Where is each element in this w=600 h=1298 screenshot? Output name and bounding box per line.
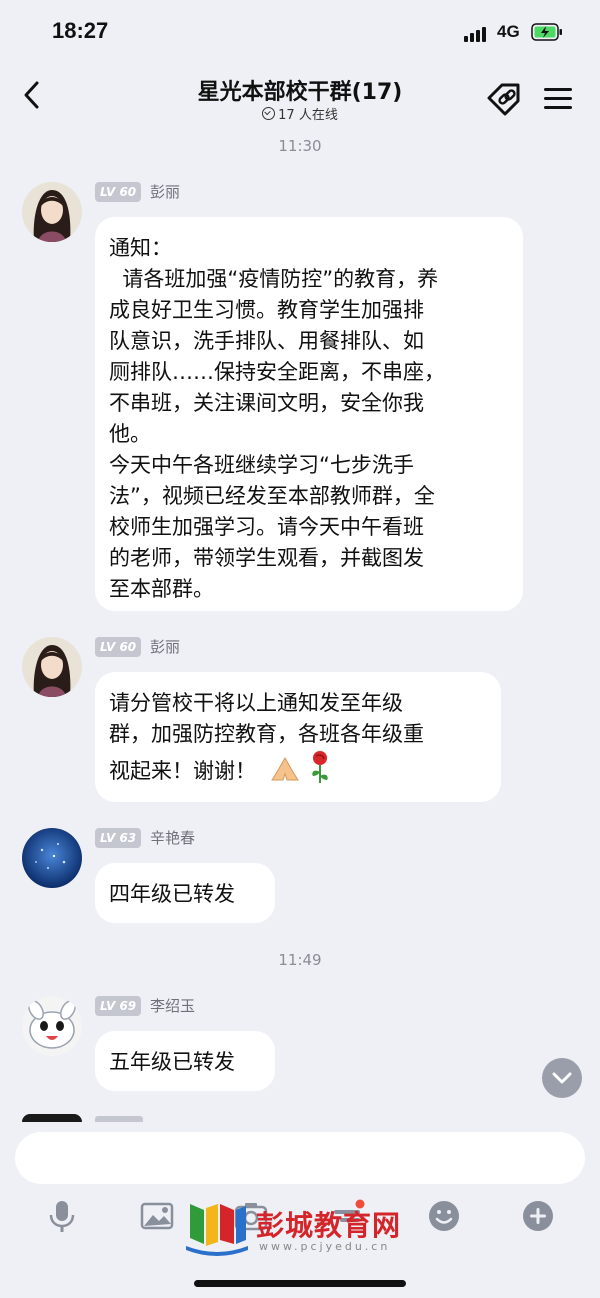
message-line: 厕排队……保持安全距离，不串座， [109,360,445,384]
message-line: 的老师，带领学生观看，并截图发 [109,546,424,570]
sender-name: 辛艳春 [150,829,196,847]
network-type: 4G [497,22,520,41]
message-line: 请各班加强“疫情防控”的教育，养 [109,267,439,291]
level-badge: LV 60 [95,637,142,657]
avatar[interactable] [22,996,82,1056]
sender-name: 彭丽 [150,183,181,201]
emoji-icon[interactable] [426,1198,462,1234]
plus-icon[interactable] [520,1198,556,1234]
watermark-text: 彭城教育网 [256,1209,402,1242]
signal-icon [464,26,490,42]
message-line: 不串班，关注课间文明，安全你我 [109,391,424,415]
message-line: 他。 [109,422,151,446]
menu-icon[interactable] [540,82,576,114]
sender-name: 彭丽 [150,638,181,656]
message-line: 四年级已转发 [109,882,235,906]
battery-icon [531,23,562,41]
message-line: 视起来！谢谢！ [109,759,256,783]
message-line: 校师生加强学习。请今天中午看班 [109,515,424,539]
group-link-icon[interactable] [484,78,526,118]
time-separator: 11:30 [278,137,322,155]
online-check-icon [262,107,276,120]
watermark-logo [186,1204,248,1256]
mic-icon[interactable] [44,1198,80,1234]
message-line: 群，加强防控教育，各班各年级重 [109,722,424,746]
level-badge: LV 63 [95,828,142,848]
message-line: 法”，视频已经发至本部教师群，全 [109,484,435,508]
online-count-text: 17 人在线 [278,108,338,123]
message-bubble[interactable]: 四年级已转发 [95,863,275,923]
avatar[interactable] [22,828,82,888]
watermark: 彭城教育网 www.pcjyedu.cn [184,1200,424,1260]
scroll-to-bottom-button[interactable] [542,1058,582,1098]
message-line: 五年级已转发 [109,1050,235,1074]
home-indicator[interactable] [194,1280,406,1287]
message-line: 今天中午各班继续学习“七步洗手 [109,453,414,477]
message-bubble[interactable]: 通知： 请各班加强“疫情防控”的教育，养 成良好卫生习惯。教育学生加强排 队意识… [95,217,523,611]
message-line-with-emoji: 视起来！谢谢！ [109,750,487,787]
message-line: 请分管校干将以上通知发至年级 [109,691,403,715]
watermark-url: www.pcjyedu.cn [259,1240,391,1253]
chevron-down-icon [552,1072,572,1084]
time-separator: 11:49 [278,951,322,969]
message-line: 至本部群。 [109,577,214,601]
message-line: 成良好卫生习惯。教育学生加强排 [109,298,424,322]
pray-hands-icon [270,756,299,781]
message-line: 队意识，洗手排队、用餐排队、如 [109,329,424,353]
level-badge: LV 69 [95,996,142,1016]
avatar[interactable] [22,637,82,697]
rose-icon [312,751,329,783]
level-badge: LV 60 [95,182,142,202]
image-icon[interactable] [139,1198,175,1234]
chat-header: 星光本部校干群(17) 17 人在线 [0,64,600,126]
message-bubble[interactable]: 请分管校干将以上通知发至年级 群，加强防控教育，各班各年级重 视起来！谢谢！ [95,672,501,802]
message-input[interactable] [15,1132,585,1184]
sender-name: 李绍玉 [150,997,196,1015]
avatar[interactable] [22,182,82,242]
message-bubble[interactable]: 五年级已转发 [95,1031,275,1091]
message-line: 通知： [109,236,172,260]
status-time: 18:27 [52,18,109,43]
status-bar: 18:27 4G [0,0,600,64]
partial-avatar [22,1114,82,1122]
